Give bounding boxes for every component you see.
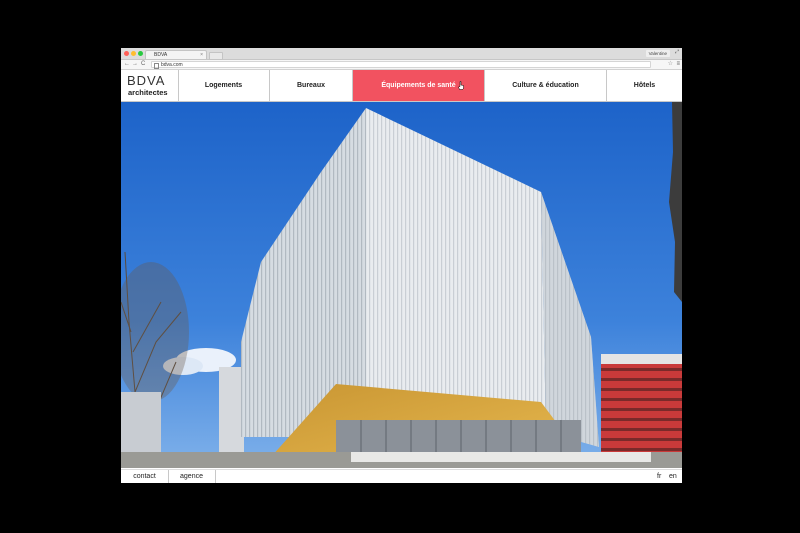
browser-menu-icon[interactable]: ≡	[676, 60, 680, 69]
tab-close-icon[interactable]: ×	[200, 51, 203, 60]
minimize-window-icon[interactable]	[131, 51, 136, 56]
site-footer: contact agence fr en	[121, 469, 682, 483]
maximize-window-icon[interactable]	[138, 51, 143, 56]
hand-cursor-icon	[458, 81, 464, 90]
building-photo-icon	[121, 102, 682, 468]
address-bar[interactable]: bdva.com	[151, 61, 651, 69]
browser-tab[interactable]: BDVA ×	[145, 50, 207, 59]
logo-subtitle: architectes	[128, 88, 168, 97]
hero-image	[121, 102, 682, 468]
language-en[interactable]: en	[669, 470, 677, 483]
site-header: BDVA architectes Logements Bureaux Équip…	[121, 70, 682, 102]
browser-window: BDVA × Valentine ⤢ ← → C bdva.com ☆ ≡ BD…	[121, 48, 682, 483]
browser-toolbar: ← → C bdva.com ☆ ≡	[121, 60, 682, 70]
close-window-icon[interactable]	[124, 51, 129, 56]
url-text: bdva.com	[161, 62, 183, 68]
nav-item-bureaux[interactable]: Bureaux	[270, 70, 353, 101]
logo-mark: BDVA	[127, 73, 166, 88]
back-button[interactable]: ←	[124, 60, 130, 69]
footer-link-contact[interactable]: contact	[121, 470, 169, 483]
logo[interactable]: BDVA architectes	[121, 70, 179, 101]
page-icon	[154, 63, 159, 69]
nav-item-equipements-sante[interactable]: Équipements de santé	[353, 70, 485, 101]
forward-button[interactable]: →	[132, 60, 138, 69]
bookmark-star-icon[interactable]: ☆	[668, 60, 673, 69]
fullscreen-icon[interactable]: ⤢	[675, 49, 679, 55]
reload-button[interactable]: C	[141, 60, 145, 69]
profile-button[interactable]: Valentine	[645, 50, 670, 57]
language-fr[interactable]: fr	[657, 470, 661, 483]
browser-tab-strip: BDVA × Valentine ⤢	[121, 48, 682, 60]
footer-link-agence[interactable]: agence	[168, 470, 216, 483]
nav-item-culture-education[interactable]: Culture & éducation	[485, 70, 607, 101]
new-tab-button[interactable]	[209, 52, 223, 60]
nav-item-logements[interactable]: Logements	[178, 70, 270, 101]
tab-title: BDVA	[154, 52, 168, 58]
nav-item-hotels[interactable]: Hôtels	[607, 70, 682, 101]
